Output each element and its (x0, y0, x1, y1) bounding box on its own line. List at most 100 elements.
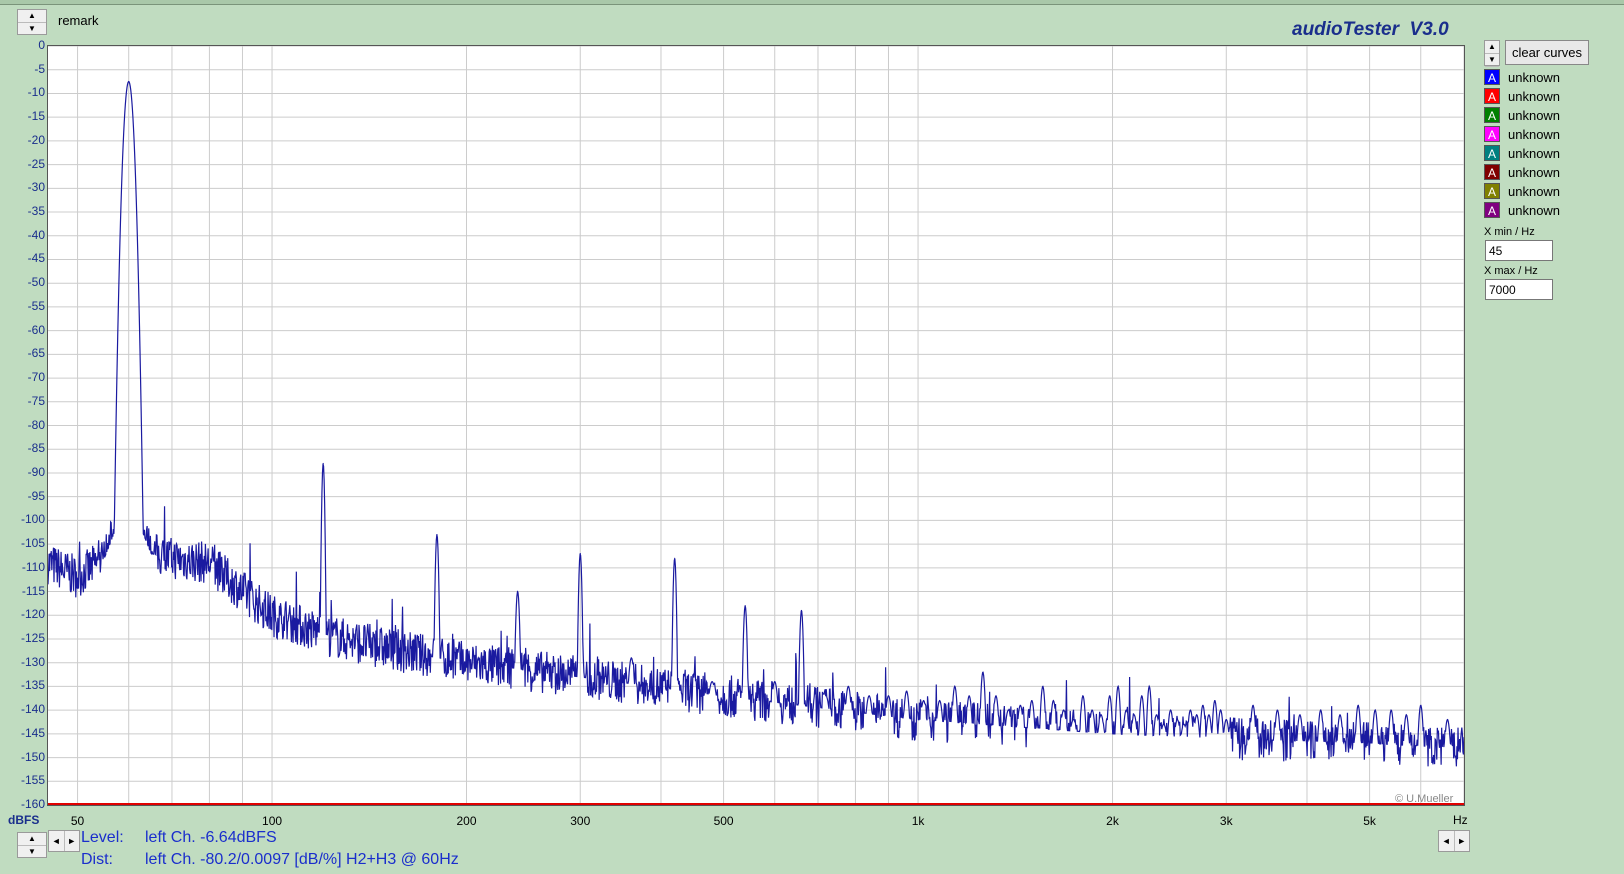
peak-point (954, 685, 956, 688)
legend-item[interactable]: Aunknown (1484, 144, 1560, 162)
peak-point (1225, 719, 1227, 721)
curve-color-icon[interactable]: A (1484, 183, 1500, 199)
peak-point (1446, 719, 1449, 721)
y-tick-label: -105 (20, 536, 45, 551)
level-value: left Ch. -6.64dBFS (145, 829, 277, 846)
peak-point (1125, 709, 1127, 711)
peak-point (1208, 714, 1210, 716)
remark-spinner[interactable]: ▲ ▼ (17, 9, 47, 35)
peak-point (579, 552, 581, 555)
y-tick-label: -60 (27, 322, 45, 337)
y-tick-label: -70 (27, 370, 45, 385)
left-arrow-icon[interactable]: ◄ (49, 831, 65, 851)
xmax-label: X max / Hz (1484, 265, 1538, 277)
x-tick-label: 100 (262, 814, 283, 828)
legend-label: unknown (1508, 88, 1561, 104)
level-key: Level: (81, 829, 124, 846)
y-tick-label: -110 (21, 559, 45, 574)
curve-color-icon[interactable]: A (1484, 202, 1500, 218)
peak-point (1007, 709, 1010, 711)
xmax-input[interactable] (1485, 279, 1553, 300)
legend-label: unknown (1508, 69, 1561, 85)
y-tick-label: -160 (20, 797, 45, 811)
copyright-label: © U.Mueller (1395, 793, 1454, 805)
y-tick-label: -130 (20, 654, 45, 669)
legend-label: unknown (1508, 145, 1561, 161)
down-arrow-icon[interactable]: ▼ (1485, 54, 1499, 67)
y-tick-label: -35 (27, 204, 45, 219)
peak-point (1339, 714, 1341, 716)
up-arrow-icon[interactable]: ▲ (18, 10, 46, 23)
curve-color-icon[interactable]: A (1484, 69, 1500, 85)
y-tick-label: -45 (27, 251, 45, 266)
peak-point (1420, 704, 1422, 706)
right-arrow-icon[interactable]: ► (65, 831, 80, 851)
right-arrow-icon[interactable]: ► (1455, 831, 1470, 851)
legend-item[interactable]: Aunknown (1484, 125, 1560, 143)
x-tick-label: 1k (911, 814, 925, 828)
y-tick-label: -115 (21, 583, 45, 598)
curve-color-icon[interactable]: A (1484, 145, 1500, 161)
up-arrow-icon[interactable]: ▲ (18, 833, 46, 846)
peak-point (1042, 685, 1044, 688)
down-arrow-icon[interactable]: ▼ (18, 846, 46, 858)
peak-point (1252, 704, 1254, 706)
peak-point (800, 609, 803, 612)
x-tick-label: 5k (1363, 814, 1376, 828)
peak-point (868, 695, 870, 697)
legend-item[interactable]: Aunknown (1484, 182, 1560, 200)
y-tick-label: -65 (27, 346, 45, 361)
y-tick-label: -80 (27, 417, 45, 432)
y-tick-label: -5 (34, 61, 45, 76)
peak-point (322, 462, 324, 465)
y-tick-label: -145 (20, 725, 45, 740)
x-scroll-buttons[interactable]: ◄ ► (1438, 830, 1470, 852)
legend-item[interactable]: Aunknown (1484, 201, 1560, 219)
legend-item[interactable]: Aunknown (1484, 163, 1560, 181)
up-arrow-icon[interactable]: ▲ (1485, 41, 1499, 54)
y-tick-label: -15 (27, 109, 45, 124)
y-axis-unit: dBFS (8, 813, 40, 827)
peak-point (711, 681, 713, 683)
spectrum-plot[interactable] (47, 45, 1465, 806)
peak-point (1196, 714, 1198, 716)
y-tick-label: -25 (27, 156, 45, 171)
level-spinner[interactable]: ▲ ▼ (17, 832, 47, 858)
peak-point (774, 681, 776, 683)
curve-color-icon[interactable]: A (1484, 88, 1500, 104)
legend-item[interactable]: Aunknown (1484, 87, 1560, 105)
x-tick-label: 3k (1219, 814, 1233, 828)
curve-color-icon[interactable]: A (1484, 126, 1500, 142)
peak-point (1390, 709, 1392, 711)
peak-point (1202, 704, 1204, 706)
scroll-left-right-buttons[interactable]: ◄ ► (48, 830, 80, 852)
peak-point (939, 700, 941, 702)
y-tick-label: -155 (20, 773, 45, 788)
y-tick-label: -30 (27, 180, 45, 195)
peak-point (825, 695, 827, 697)
down-arrow-icon[interactable]: ▼ (18, 23, 46, 35)
curve-spinner[interactable]: ▲ ▼ (1484, 40, 1500, 67)
curve-color-icon[interactable]: A (1484, 107, 1500, 123)
peak-point (1063, 709, 1065, 711)
clear-curves-button[interactable]: clear curves (1505, 40, 1589, 65)
peak-point (1276, 709, 1279, 711)
peak-point (1299, 714, 1301, 716)
xmin-input[interactable] (1485, 240, 1553, 261)
peak-point (1052, 700, 1055, 702)
curve-color-icon[interactable]: A (1484, 164, 1500, 180)
left-arrow-icon[interactable]: ◄ (1439, 831, 1455, 851)
y-tick-label: -135 (20, 678, 45, 693)
peak-point (982, 671, 984, 673)
y-tick-label: -125 (20, 630, 45, 645)
legend-item[interactable]: Aunknown (1484, 68, 1560, 86)
dist-key: Dist: (81, 851, 113, 868)
y-tick-label: -85 (27, 441, 45, 456)
legend-item[interactable]: Aunknown (1484, 106, 1560, 124)
y-tick-label: -95 (27, 488, 45, 503)
peak-point (674, 557, 676, 559)
y-tick-label: -20 (27, 132, 45, 147)
peak-point (1117, 685, 1119, 688)
x-tick-label: 500 (713, 814, 734, 828)
peak-point (1163, 723, 1165, 725)
